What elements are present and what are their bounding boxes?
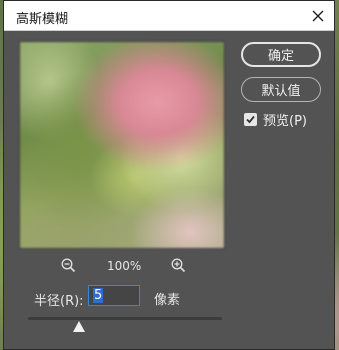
- title-bar: 高斯模糊: [4, 1, 334, 31]
- radius-unit-label: 像素: [154, 293, 181, 308]
- zoom-out-button[interactable]: [61, 258, 76, 277]
- radius-slider-thumb[interactable]: [73, 321, 85, 332]
- blur-preview-image[interactable]: [19, 41, 225, 249]
- zoom-in-icon: [171, 258, 186, 273]
- preview-checkbox-label: 预览(P): [263, 113, 307, 129]
- radius-label: 半径(R):: [34, 294, 84, 309]
- dialog-title: 高斯模糊: [16, 12, 69, 27]
- radius-input-value: 5: [93, 288, 104, 303]
- radius-slider-track[interactable]: [28, 317, 222, 320]
- checkmark-icon: [246, 115, 255, 123]
- preview-checkbox-row: 预览(P): [244, 111, 307, 129]
- zoom-level: 100%: [107, 259, 142, 273]
- ok-button-label: 确定: [267, 49, 294, 64]
- close-icon: [312, 10, 324, 22]
- zoom-in-button[interactable]: [171, 258, 186, 277]
- zoom-out-icon: [61, 258, 76, 273]
- ok-button[interactable]: 确定: [241, 42, 321, 67]
- radius-input[interactable]: 5: [88, 285, 140, 306]
- zoom-controls: 100%: [59, 256, 189, 276]
- preview-checkbox[interactable]: [244, 112, 257, 126]
- close-button[interactable]: [306, 4, 330, 28]
- gaussian-blur-dialog: 高斯模糊 确定 默认值 预览(P) 100% 半径(R): 5 像素: [3, 0, 335, 350]
- default-button-label: 默认值: [261, 84, 301, 99]
- default-button[interactable]: 默认值: [241, 77, 321, 102]
